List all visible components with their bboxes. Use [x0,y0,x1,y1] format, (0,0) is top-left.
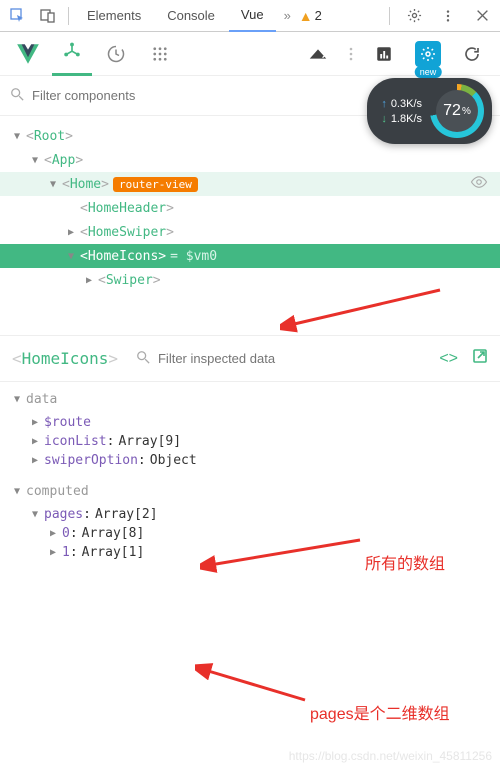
data-item-swiperoption[interactable]: ▶ swiperOption: Object [14,451,486,470]
upload-speed: 0.3K/s [391,98,422,110]
inspect-icon[interactable] [4,2,32,30]
toggle-icon[interactable]: ▶ [50,528,62,539]
divider-dot [342,32,360,76]
tab-console[interactable]: Console [155,0,227,32]
vm-assignment: = $vm0 [170,249,217,264]
inspector-header: <HomeIcons> <> [0,336,500,382]
section-label: computed [26,484,89,499]
component-tree-panel: ▼ <Root> ▼ <App> ▼ <Home> router-view <H… [0,116,500,336]
computed-item-pages-1[interactable]: ▶ 1: Array[1] [14,543,486,562]
eye-icon[interactable] [470,173,488,195]
warning-count: 2 [315,8,322,23]
close-icon[interactable] [468,2,496,30]
inspector-breadcrumb: <HomeIcons> [12,349,118,368]
section-label: data [26,392,57,407]
data-panel: ▼ data ▶ $route ▶ iconList: Array[9] ▶ s… [0,382,500,586]
watermark: https://blog.csdn.net/weixin_45811256 [289,749,492,763]
computed-item-pages[interactable]: ▼ pages: Array[2] [14,505,486,524]
toggle-icon[interactable]: ▶ [32,436,44,447]
toggle-icon[interactable]: ▶ [32,417,44,428]
toggle-icon[interactable]: ▼ [32,155,44,166]
tree-row-homeicons[interactable]: ▼ <HomeIcons> = $vm0 [0,244,500,268]
device-toggle-icon[interactable] [34,2,62,30]
toggle-icon[interactable]: ▼ [14,131,26,142]
vue-settings-icon[interactable]: new [408,32,448,76]
tree-row-swiper[interactable]: ▶ <Swiper> [0,268,500,292]
performance-tab-icon[interactable] [364,32,404,76]
refresh-icon[interactable] [452,32,492,76]
events-tab-icon[interactable] [140,32,180,76]
computed-item-pages-0[interactable]: ▶ 0: Array[8] [14,524,486,543]
settings-gear-icon[interactable] [400,2,428,30]
vue-toolbar: new [0,32,500,76]
routing-tab-icon[interactable] [298,32,338,76]
performance-ring: 72% [430,84,484,138]
warning-icon: ▲ [299,8,313,24]
tree-row-home[interactable]: ▼ <Home> router-view [0,172,500,196]
toggle-icon[interactable]: ▼ [14,394,20,405]
toggle-icon[interactable]: ▼ [50,179,62,190]
tab-vue[interactable]: Vue [229,0,276,32]
devtools-tabs-bar: Elements Console Vue » ▲ 2 [0,0,500,32]
inspector-filter-input[interactable] [158,351,425,366]
divider [68,7,69,25]
download-speed: 1.8K/s [391,113,422,125]
search-icon [10,87,24,104]
computed-section: ▼ computed ▼ pages: Array[2] ▶ 0: Array[… [14,484,486,562]
toggle-icon[interactable]: ▶ [32,455,44,466]
vue-logo-icon [8,32,48,76]
warnings-badge[interactable]: ▲ 2 [299,8,322,24]
toggle-icon[interactable]: ▼ [14,486,20,497]
performance-overlay[interactable]: ↑ 0.3K/s ↓ 1.8K/s 72% [367,78,492,144]
toggle-icon[interactable]: ▼ [32,509,44,520]
components-tab-icon[interactable] [52,32,92,76]
performance-percent: 72 [443,102,461,120]
router-view-badge: router-view [113,177,198,192]
code-icon[interactable]: <> [439,350,458,368]
data-section-header[interactable]: ▼ data [14,392,486,407]
vuex-tab-icon[interactable] [96,32,136,76]
more-tabs-icon[interactable]: » [278,8,297,23]
kebab-menu-icon[interactable] [434,2,462,30]
data-section: ▼ data ▶ $route ▶ iconList: Array[9] ▶ s… [14,392,486,470]
data-item-iconlist[interactable]: ▶ iconList: Array[9] [14,432,486,451]
tree-row-app[interactable]: ▼ <App> [0,148,500,172]
tab-elements[interactable]: Elements [75,0,153,32]
toggle-icon[interactable]: ▼ [68,251,80,262]
download-arrow-icon: ↓ [381,113,387,125]
toggle-icon[interactable]: ▶ [86,275,98,286]
toggle-icon[interactable]: ▶ [50,547,62,558]
computed-section-header[interactable]: ▼ computed [14,484,486,499]
annotation-arrow [195,660,315,710]
data-item-route[interactable]: ▶ $route [14,413,486,432]
search-icon [136,350,150,367]
percent-suffix: % [462,106,471,117]
open-external-icon[interactable] [472,348,488,369]
toggle-icon[interactable]: ▶ [68,227,80,238]
tree-row-homeheader[interactable]: <HomeHeader> [0,196,500,220]
annotation-text: pages是个二维数组 [310,700,450,724]
tree-row-homeswiper[interactable]: ▶ <HomeSwiper> [0,220,500,244]
divider [389,7,390,25]
upload-arrow-icon: ↑ [381,98,387,110]
